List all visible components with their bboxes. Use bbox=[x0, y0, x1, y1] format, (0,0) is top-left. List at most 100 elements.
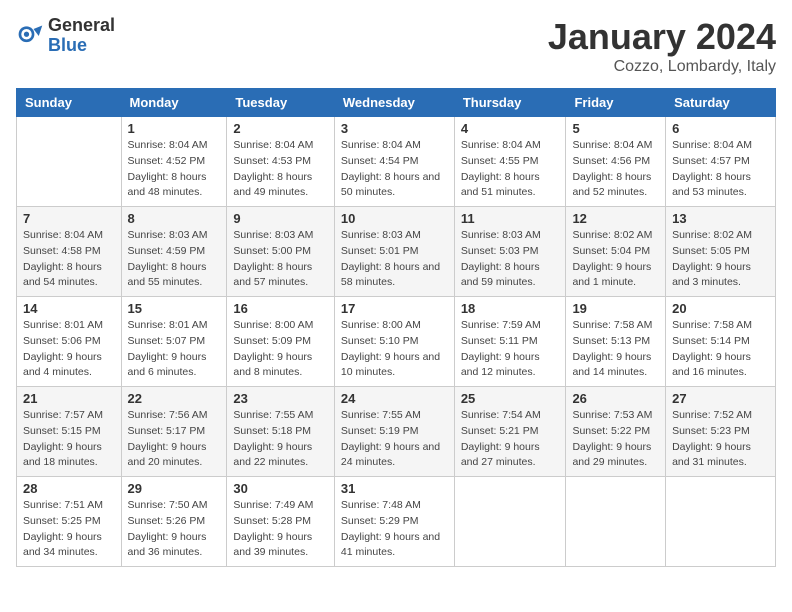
day-number: 5 bbox=[572, 121, 659, 136]
day-number: 16 bbox=[233, 301, 327, 316]
day-number: 2 bbox=[233, 121, 327, 136]
calendar-cell: 18Sunrise: 7:59 AM Sunset: 5:11 PM Dayli… bbox=[454, 297, 566, 387]
day-info: Sunrise: 8:01 AM Sunset: 5:06 PM Dayligh… bbox=[23, 318, 115, 381]
day-number: 30 bbox=[233, 481, 327, 496]
calendar-cell bbox=[454, 477, 566, 567]
logo-blue-text: Blue bbox=[48, 36, 115, 56]
calendar-cell: 21 Sunrise: 7:57 AM Sunset: 5:15 PM Dayli… bbox=[17, 387, 122, 477]
day-info: Sunrise: 7:53 AM Sunset: 5:22 PM Dayligh… bbox=[572, 408, 659, 471]
day-info: Sunrise: 8:04 AM Sunset: 4:57 PM Dayligh… bbox=[672, 138, 769, 201]
logo-icon bbox=[16, 22, 44, 50]
day-number: 24 bbox=[341, 391, 448, 406]
calendar-cell: 7Sunrise: 8:04 AM Sunset: 4:58 PM Daylig… bbox=[17, 207, 122, 297]
weekday-header-thursday: Thursday bbox=[454, 89, 566, 117]
calendar-cell: 10 Sunrise: 8:03 AM Sunset: 5:01 PM Dayli… bbox=[334, 207, 454, 297]
calendar-cell: 22Sunrise: 7:56 AM Sunset: 5:17 PM Dayli… bbox=[121, 387, 227, 477]
weekday-header-tuesday: Tuesday bbox=[227, 89, 334, 117]
day-number: 26 bbox=[572, 391, 659, 406]
calendar-cell bbox=[666, 477, 776, 567]
day-info: Sunrise: 8:04 AM Sunset: 4:56 PM Dayligh… bbox=[572, 138, 659, 201]
day-info: Sunrise: 8:03 AM Sunset: 5:00 PM Dayligh… bbox=[233, 228, 327, 291]
day-number: 11 bbox=[461, 211, 560, 226]
logo-general-text: General bbox=[48, 16, 115, 36]
day-number: 8 bbox=[128, 211, 221, 226]
day-info: Sunrise: 7:50 AM Sunset: 5:26 PM Dayligh… bbox=[128, 498, 221, 561]
calendar-week-row: 21 Sunrise: 7:57 AM Sunset: 5:15 PM Dayli… bbox=[17, 387, 776, 477]
calendar-cell: 19Sunrise: 7:58 AM Sunset: 5:13 PM Dayli… bbox=[566, 297, 666, 387]
calendar-cell: 9Sunrise: 8:03 AM Sunset: 5:00 PM Daylig… bbox=[227, 207, 334, 297]
calendar-cell: 13 Sunrise: 8:02 AM Sunset: 5:05 PM Dayli… bbox=[666, 207, 776, 297]
day-number: 13 bbox=[672, 211, 769, 226]
calendar-cell bbox=[566, 477, 666, 567]
day-number: 6 bbox=[672, 121, 769, 136]
day-number: 18 bbox=[461, 301, 560, 316]
page-header: General Blue January 2024 Cozzo, Lombard… bbox=[16, 16, 776, 76]
calendar-cell: 17Sunrise: 8:00 AM Sunset: 5:10 PM Dayli… bbox=[334, 297, 454, 387]
calendar-cell: 11 Sunrise: 8:03 AM Sunset: 5:03 PM Dayli… bbox=[454, 207, 566, 297]
day-info: Sunrise: 8:03 AM Sunset: 5:03 PM Dayligh… bbox=[461, 228, 560, 291]
calendar-cell: 30 Sunrise: 7:49 AM Sunset: 5:28 PM Dayli… bbox=[227, 477, 334, 567]
calendar-cell: 3Sunrise: 8:04 AM Sunset: 4:54 PM Daylig… bbox=[334, 117, 454, 207]
location: Cozzo, Lombardy, Italy bbox=[548, 58, 776, 76]
calendar-cell: 15 Sunrise: 8:01 AM Sunset: 5:07 PM Dayli… bbox=[121, 297, 227, 387]
calendar-table: SundayMondayTuesdayWednesdayThursdayFrid… bbox=[16, 88, 776, 567]
day-info: Sunrise: 7:58 AM Sunset: 5:13 PM Dayligh… bbox=[572, 318, 659, 381]
calendar-cell: 20 Sunrise: 7:58 AM Sunset: 5:14 PM Dayli… bbox=[666, 297, 776, 387]
calendar-cell bbox=[17, 117, 122, 207]
calendar-cell: 26 Sunrise: 7:53 AM Sunset: 5:22 PM Dayli… bbox=[566, 387, 666, 477]
weekday-header-saturday: Saturday bbox=[666, 89, 776, 117]
day-info: Sunrise: 8:04 AM Sunset: 4:55 PM Dayligh… bbox=[461, 138, 560, 201]
day-number: 15 bbox=[128, 301, 221, 316]
calendar-cell: 24 Sunrise: 7:55 AM Sunset: 5:19 PM Dayli… bbox=[334, 387, 454, 477]
day-number: 31 bbox=[341, 481, 448, 496]
calendar-cell: 23Sunrise: 7:55 AM Sunset: 5:18 PM Dayli… bbox=[227, 387, 334, 477]
day-number: 20 bbox=[672, 301, 769, 316]
calendar-cell: 1 Sunrise: 8:04 AM Sunset: 4:52 PM Daylig… bbox=[121, 117, 227, 207]
weekday-header-sunday: Sunday bbox=[17, 89, 122, 117]
day-number: 22 bbox=[128, 391, 221, 406]
calendar-cell: 27 Sunrise: 7:52 AM Sunset: 5:23 PM Dayli… bbox=[666, 387, 776, 477]
calendar-cell: 14Sunrise: 8:01 AM Sunset: 5:06 PM Dayli… bbox=[17, 297, 122, 387]
day-info: Sunrise: 8:02 AM Sunset: 5:04 PM Dayligh… bbox=[572, 228, 659, 291]
weekday-header-wednesday: Wednesday bbox=[334, 89, 454, 117]
weekday-header-monday: Monday bbox=[121, 89, 227, 117]
day-info: Sunrise: 7:57 AM Sunset: 5:15 PM Dayligh… bbox=[23, 408, 115, 471]
day-number: 25 bbox=[461, 391, 560, 406]
calendar-cell: 28Sunrise: 7:51 AM Sunset: 5:25 PM Dayli… bbox=[17, 477, 122, 567]
day-number: 29 bbox=[128, 481, 221, 496]
day-info: Sunrise: 8:04 AM Sunset: 4:53 PM Dayligh… bbox=[233, 138, 327, 201]
day-info: Sunrise: 7:48 AM Sunset: 5:29 PM Dayligh… bbox=[341, 498, 448, 561]
calendar-week-row: 7Sunrise: 8:04 AM Sunset: 4:58 PM Daylig… bbox=[17, 207, 776, 297]
day-number: 3 bbox=[341, 121, 448, 136]
calendar-week-row: 28Sunrise: 7:51 AM Sunset: 5:25 PM Dayli… bbox=[17, 477, 776, 567]
day-info: Sunrise: 8:02 AM Sunset: 5:05 PM Dayligh… bbox=[672, 228, 769, 291]
month-title: January 2024 bbox=[548, 16, 776, 58]
day-info: Sunrise: 8:03 AM Sunset: 4:59 PM Dayligh… bbox=[128, 228, 221, 291]
calendar-week-row: 1 Sunrise: 8:04 AM Sunset: 4:52 PM Daylig… bbox=[17, 117, 776, 207]
calendar-week-row: 14Sunrise: 8:01 AM Sunset: 5:06 PM Dayli… bbox=[17, 297, 776, 387]
calendar-cell: 5 Sunrise: 8:04 AM Sunset: 4:56 PM Daylig… bbox=[566, 117, 666, 207]
day-info: Sunrise: 7:54 AM Sunset: 5:21 PM Dayligh… bbox=[461, 408, 560, 471]
calendar-cell: 29 Sunrise: 7:50 AM Sunset: 5:26 PM Dayli… bbox=[121, 477, 227, 567]
day-number: 10 bbox=[341, 211, 448, 226]
day-number: 27 bbox=[672, 391, 769, 406]
logo: General Blue bbox=[16, 16, 115, 56]
day-info: Sunrise: 8:03 AM Sunset: 5:01 PM Dayligh… bbox=[341, 228, 448, 291]
calendar-cell: 12Sunrise: 8:02 AM Sunset: 5:04 PM Dayli… bbox=[566, 207, 666, 297]
day-info: Sunrise: 7:51 AM Sunset: 5:25 PM Dayligh… bbox=[23, 498, 115, 561]
day-info: Sunrise: 7:55 AM Sunset: 5:19 PM Dayligh… bbox=[341, 408, 448, 471]
day-info: Sunrise: 7:49 AM Sunset: 5:28 PM Dayligh… bbox=[233, 498, 327, 561]
day-info: Sunrise: 7:58 AM Sunset: 5:14 PM Dayligh… bbox=[672, 318, 769, 381]
day-number: 1 bbox=[128, 121, 221, 136]
calendar-cell: 31 Sunrise: 7:48 AM Sunset: 5:29 PM Dayli… bbox=[334, 477, 454, 567]
calendar-cell: 2 Sunrise: 8:04 AM Sunset: 4:53 PM Daylig… bbox=[227, 117, 334, 207]
day-info: Sunrise: 8:00 AM Sunset: 5:10 PM Dayligh… bbox=[341, 318, 448, 381]
calendar-cell: 4 Sunrise: 8:04 AM Sunset: 4:55 PM Daylig… bbox=[454, 117, 566, 207]
day-info: Sunrise: 8:01 AM Sunset: 5:07 PM Dayligh… bbox=[128, 318, 221, 381]
day-info: Sunrise: 8:04 AM Sunset: 4:52 PM Dayligh… bbox=[128, 138, 221, 201]
day-number: 21 bbox=[23, 391, 115, 406]
calendar-cell: 6 Sunrise: 8:04 AM Sunset: 4:57 PM Daylig… bbox=[666, 117, 776, 207]
title-area: January 2024 Cozzo, Lombardy, Italy bbox=[548, 16, 776, 76]
day-info: Sunrise: 7:52 AM Sunset: 5:23 PM Dayligh… bbox=[672, 408, 769, 471]
day-number: 4 bbox=[461, 121, 560, 136]
